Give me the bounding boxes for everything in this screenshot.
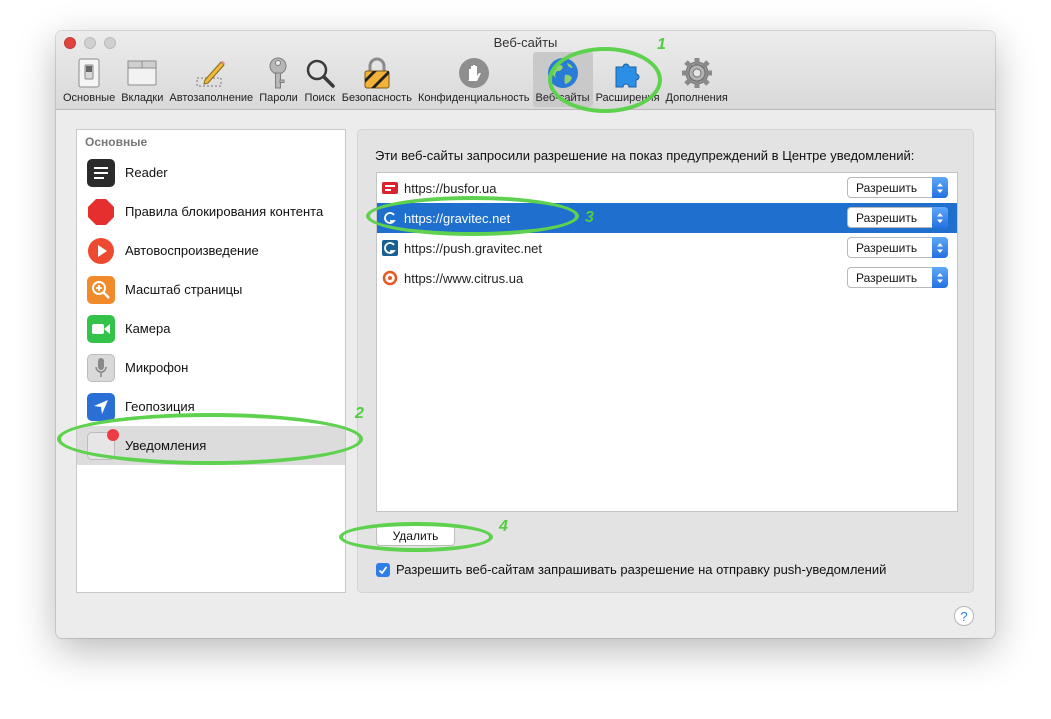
tab-privacy-label: Конфиденциальность — [417, 92, 530, 104]
sidebar-item-label: Масштаб страницы — [125, 282, 243, 297]
sidebar-header: Основные — [85, 135, 148, 149]
help-button[interactable]: ? — [954, 606, 974, 626]
tab-advanced[interactable]: Дополнения — [663, 52, 731, 107]
annotation-number-3: 3 — [585, 209, 594, 226]
microphone-icon — [87, 353, 115, 382]
site-url: https://www.citrus.ua — [404, 270, 524, 286]
sidebar-item-label: Микрофон — [125, 360, 189, 375]
sidebar-item-label: Reader — [125, 165, 168, 180]
tab-general[interactable]: Основные — [60, 52, 118, 107]
permission-value: Разрешить — [856, 270, 918, 285]
gear-icon — [681, 57, 713, 89]
permission-select[interactable]: Разрешить — [847, 207, 948, 228]
reader-icon — [87, 158, 115, 187]
tab-autofill-label: Автозаполнение — [169, 92, 254, 104]
permission-value: Разрешить — [856, 240, 918, 255]
tab-search-label: Поиск — [304, 92, 336, 104]
tab-advanced-label: Дополнения — [665, 92, 728, 104]
tab-general-label: Основные — [63, 92, 116, 104]
tab-tabs-label: Вкладки — [121, 92, 164, 104]
updown-arrows-icon — [932, 177, 948, 198]
tab-security-label: Безопасность — [341, 92, 412, 104]
annotation-ellipse-4 — [339, 522, 493, 552]
permission-value: Разрешить — [856, 180, 918, 195]
annotation-ellipse-2 — [57, 413, 363, 465]
sidebar-item-label: Автовоспроизведение — [125, 243, 259, 258]
location-arrow-icon — [87, 392, 115, 421]
permission-select[interactable]: Разрешить — [847, 177, 948, 198]
sidebar-item-page-zoom[interactable]: Масштаб страницы — [77, 270, 345, 309]
allow-push-label: Разрешить веб-сайтам запрашивать разреше… — [396, 562, 887, 577]
citrus-favicon — [382, 270, 398, 286]
tab-privacy[interactable]: Конфиденциальность — [415, 52, 533, 107]
general-switch-icon — [73, 57, 105, 89]
titlebar: Веб-сайты Основные Вкладки Автозаполнени… — [56, 31, 995, 110]
allow-push-option[interactable]: Разрешить веб-сайтам запрашивать разреше… — [376, 562, 886, 577]
permission-value: Разрешить — [856, 210, 918, 225]
checkmark-icon — [378, 565, 388, 574]
sidebar-item-label: Камера — [125, 321, 171, 336]
tab-security[interactable]: Безопасность — [339, 52, 415, 107]
busfor-favicon — [382, 180, 398, 196]
zoom-icon — [87, 275, 115, 304]
sidebar-item-autoplay[interactable]: Автовоспроизведение — [77, 231, 345, 270]
tab-search[interactable]: Поиск — [301, 52, 339, 107]
sidebar-item-label: Геопозиция — [125, 399, 195, 414]
annotation-number-4: 4 — [499, 518, 508, 535]
play-icon — [87, 237, 115, 265]
updown-arrows-icon — [932, 237, 948, 258]
sidebar-item-microphone[interactable]: Микрофон — [77, 348, 345, 387]
tab-autofill[interactable]: Автозаполнение — [166, 52, 256, 107]
permission-select[interactable]: Разрешить — [847, 267, 948, 288]
sidebar-item-label: Правила блокирования контента — [125, 204, 324, 219]
annotation-number-1: 1 — [657, 36, 666, 53]
key-icon — [262, 57, 294, 89]
padlock-icon — [361, 57, 393, 89]
tabs-icon — [126, 57, 158, 89]
permission-select[interactable]: Разрешить — [847, 237, 948, 258]
updown-arrows-icon — [932, 207, 948, 228]
annotation-number-2: 2 — [355, 405, 364, 422]
settings-sidebar: Основные Reader Правила блокирования кон… — [76, 129, 346, 593]
pencil-icon — [195, 57, 227, 89]
sites-description: Эти веб-сайты запросили разрешение на по… — [375, 148, 915, 163]
window-title: Веб-сайты — [493, 35, 558, 50]
annotation-ellipse-3 — [366, 196, 579, 236]
updown-arrows-icon — [932, 267, 948, 288]
tab-tabs[interactable]: Вкладки — [118, 52, 166, 107]
site-row[interactable]: https://www.citrus.ua Разрешить — [377, 263, 957, 293]
magnifier-icon — [304, 57, 336, 89]
hand-icon — [458, 57, 490, 89]
site-url: https://push.gravitec.net — [404, 240, 543, 256]
site-url: https://busfor.ua — [404, 180, 497, 196]
sidebar-item-camera[interactable]: Камера — [77, 309, 345, 348]
gravitec-favicon — [382, 240, 398, 256]
preferences-window: Веб-сайты Основные Вкладки Автозаполнени… — [56, 31, 995, 638]
stop-icon — [87, 198, 115, 226]
camera-icon — [87, 314, 115, 343]
tab-passwords[interactable]: Пароли — [256, 52, 301, 107]
site-row[interactable]: https://push.gravitec.net Разрешить — [377, 233, 957, 263]
sidebar-item-reader[interactable]: Reader — [77, 153, 345, 192]
tab-passwords-label: Пароли — [259, 92, 298, 104]
allow-push-checkbox[interactable] — [376, 562, 390, 577]
annotation-ellipse-1 — [548, 47, 662, 113]
sidebar-item-content-blockers[interactable]: Правила блокирования контента — [77, 192, 345, 231]
